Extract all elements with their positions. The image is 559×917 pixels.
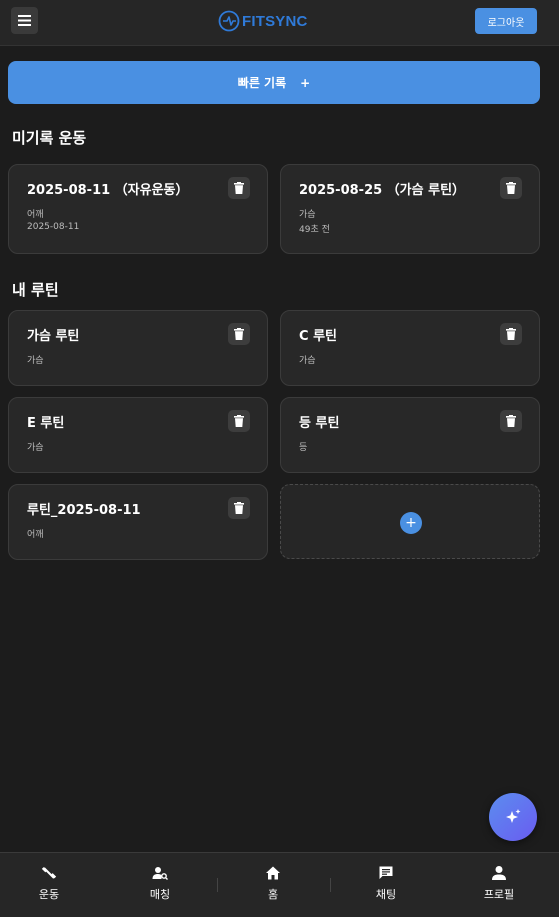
trash-icon — [234, 182, 244, 194]
add-routine-card[interactable]: + — [280, 484, 540, 559]
top-header: FITSYNC 로그아웃 — [0, 0, 559, 46]
routine-part: 가슴 — [27, 443, 44, 453]
unrecorded-card-part: 가슴 — [299, 210, 316, 220]
routine-title: 등 루틴 — [299, 416, 340, 431]
chat-icon — [379, 866, 393, 879]
unrecorded-card[interactable]: 2025-08-11 （자유운동） 어깨 2025-08-11 — [8, 164, 268, 254]
routine-title: C 루틴 — [299, 329, 337, 344]
unrecorded-card-title: 2025-08-11 （자유운동） — [27, 183, 189, 198]
quick-record-label: 빠른 기록 — [237, 76, 287, 90]
routine-card[interactable]: 루틴_2025-08-11 어깨 — [8, 484, 268, 560]
routine-part: 가슴 — [299, 356, 316, 366]
trash-icon — [506, 415, 516, 427]
routine-title: 가슴 루틴 — [27, 329, 80, 344]
nav-item-workout[interactable]: 운동 — [19, 865, 79, 902]
nav-divider — [217, 878, 218, 892]
bottom-navigation: 운동 매칭 홈 채팅 프로필 — [0, 852, 559, 917]
app-logo[interactable]: FITSYNC — [218, 10, 308, 32]
plus-icon: + — [300, 75, 311, 90]
matching-icon — [152, 867, 168, 880]
unrecorded-card-part: 어깨 — [27, 210, 44, 220]
routine-card[interactable]: C 루틴 가슴 — [280, 310, 540, 386]
trash-icon — [234, 502, 244, 514]
nav-label: 프로필 — [483, 888, 515, 901]
section-title-routines: 내 루틴 — [12, 281, 59, 299]
nav-item-chat[interactable]: 채팅 — [356, 865, 416, 902]
routine-title: E 루틴 — [27, 416, 65, 431]
nav-label: 매칭 — [149, 888, 171, 901]
trash-icon — [506, 328, 516, 340]
nav-item-matching[interactable]: 매칭 — [130, 865, 190, 902]
sparkle-icon — [506, 809, 521, 823]
workout-icon — [41, 867, 57, 879]
routine-card[interactable]: 등 루틴 등 — [280, 397, 540, 473]
delete-button[interactable] — [228, 177, 250, 199]
logout-button[interactable]: 로그아웃 — [475, 8, 537, 34]
profile-icon — [492, 866, 506, 880]
routine-part: 어깨 — [27, 530, 44, 540]
quick-record-button[interactable]: 빠른 기록 + — [8, 61, 540, 104]
routine-card[interactable]: E 루틴 가슴 — [8, 397, 268, 473]
unrecorded-card-time: 49초 전 — [299, 225, 330, 235]
nav-label: 채팅 — [375, 888, 397, 901]
menu-button[interactable] — [11, 7, 38, 34]
delete-button[interactable] — [500, 177, 522, 199]
delete-button[interactable] — [228, 323, 250, 345]
nav-label: 운동 — [38, 888, 60, 901]
hamburger-icon — [18, 15, 31, 26]
delete-button[interactable] — [500, 323, 522, 345]
nav-label: 홈 — [267, 888, 279, 901]
ai-fab-button[interactable] — [489, 793, 537, 841]
trash-icon — [234, 328, 244, 340]
delete-button[interactable] — [228, 497, 250, 519]
nav-item-profile[interactable]: 프로필 — [469, 865, 529, 902]
nav-item-home[interactable]: 홈 — [243, 865, 303, 902]
add-icon: + — [400, 512, 422, 534]
unrecorded-card-date: 2025-08-11 — [27, 222, 80, 232]
home-icon — [266, 866, 280, 880]
logo-text: FITSYNC — [242, 12, 308, 30]
nav-divider — [330, 878, 331, 892]
delete-button[interactable] — [500, 410, 522, 432]
app-root: FITSYNC 로그아웃 빠른 기록 + 미기록 운동 2025-08-11 （… — [0, 0, 559, 917]
section-title-unrecorded: 미기록 운동 — [12, 129, 87, 147]
unrecorded-card[interactable]: 2025-08-25 （가슴 루틴） 가슴 49초 전 — [280, 164, 540, 254]
unrecorded-card-title: 2025-08-25 （가슴 루틴） — [299, 183, 466, 198]
delete-button[interactable] — [228, 410, 250, 432]
routine-card[interactable]: 가슴 루틴 가슴 — [8, 310, 268, 386]
routine-title: 루틴_2025-08-11 — [27, 503, 141, 518]
trash-icon — [234, 415, 244, 427]
routine-part: 가슴 — [27, 356, 44, 366]
trash-icon — [506, 182, 516, 194]
logo-icon — [218, 10, 240, 32]
routine-part: 등 — [299, 443, 308, 453]
